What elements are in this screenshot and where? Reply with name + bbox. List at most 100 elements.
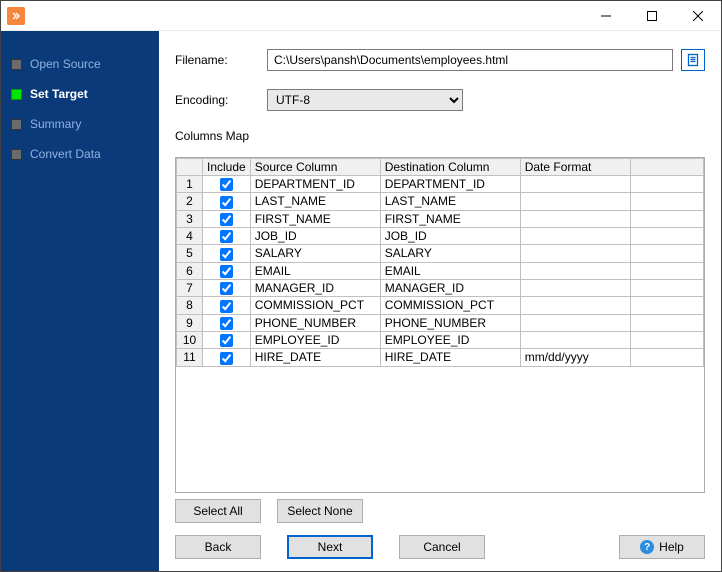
spacer-cell (630, 331, 703, 348)
table-row[interactable]: 6 EMAILEMAIL (177, 262, 704, 279)
table-row[interactable]: 3 FIRST_NAMEFIRST_NAME (177, 210, 704, 227)
destination-column-cell[interactable]: FIRST_NAME (380, 210, 520, 227)
destination-column-cell[interactable]: MANAGER_ID (380, 279, 520, 296)
include-cell (203, 176, 251, 193)
include-cell (203, 349, 251, 366)
include-checkbox[interactable] (220, 196, 233, 209)
row-number[interactable]: 6 (177, 262, 203, 279)
include-cell (203, 262, 251, 279)
table-row[interactable]: 2 LAST_NAMELAST_NAME (177, 193, 704, 210)
table-row[interactable]: 4 JOB_IDJOB_ID (177, 227, 704, 244)
destination-column-cell[interactable]: EMPLOYEE_ID (380, 331, 520, 348)
date-format-cell[interactable] (520, 227, 630, 244)
selection-buttons-row: Select All Select None (175, 499, 705, 523)
filename-label: Filename: (175, 53, 267, 67)
step-marker-icon (11, 119, 22, 130)
destination-column-cell[interactable]: HIRE_DATE (380, 349, 520, 366)
destination-column-cell[interactable]: JOB_ID (380, 227, 520, 244)
destination-column-cell[interactable]: SALARY (380, 245, 520, 262)
row-number[interactable]: 8 (177, 297, 203, 314)
step-marker-icon (11, 89, 22, 100)
select-none-button[interactable]: Select None (277, 499, 363, 523)
source-column-cell[interactable]: COMMISSION_PCT (250, 297, 380, 314)
include-checkbox[interactable] (220, 334, 233, 347)
source-column-cell[interactable]: PHONE_NUMBER (250, 314, 380, 331)
include-checkbox[interactable] (220, 213, 233, 226)
row-number[interactable]: 1 (177, 176, 203, 193)
sidebar-item-label: Set Target (30, 87, 151, 101)
date-format-cell[interactable] (520, 262, 630, 279)
next-button[interactable]: Next (287, 535, 373, 559)
sidebar-item-summary[interactable]: Summary (9, 109, 151, 139)
filename-input[interactable] (267, 49, 673, 71)
col-header-include[interactable]: Include (203, 159, 251, 176)
row-number[interactable]: 2 (177, 193, 203, 210)
destination-column-cell[interactable]: COMMISSION_PCT (380, 297, 520, 314)
close-button[interactable] (675, 1, 721, 31)
date-format-cell[interactable] (520, 176, 630, 193)
date-format-cell[interactable] (520, 279, 630, 296)
sidebar-item-set-target[interactable]: Set Target (9, 79, 151, 109)
sidebar-item-convert-data[interactable]: Convert Data (9, 139, 151, 169)
include-checkbox[interactable] (220, 265, 233, 278)
source-column-cell[interactable]: DEPARTMENT_ID (250, 176, 380, 193)
include-cell (203, 245, 251, 262)
table-row[interactable]: 11HIRE_DATEHIRE_DATEmm/dd/yyyy (177, 349, 704, 366)
include-checkbox[interactable] (220, 300, 233, 313)
row-number[interactable]: 9 (177, 314, 203, 331)
date-format-cell[interactable] (520, 193, 630, 210)
help-button[interactable]: ? Help (619, 535, 705, 559)
row-number[interactable]: 5 (177, 245, 203, 262)
include-checkbox[interactable] (220, 230, 233, 243)
table-row[interactable]: 7 MANAGER_IDMANAGER_ID (177, 279, 704, 296)
include-checkbox[interactable] (220, 317, 233, 330)
table-row[interactable]: 8 COMMISSION_PCTCOMMISSION_PCT (177, 297, 704, 314)
row-number[interactable]: 4 (177, 227, 203, 244)
date-format-cell[interactable] (520, 210, 630, 227)
row-number[interactable]: 7 (177, 279, 203, 296)
encoding-select[interactable]: UTF-8 (267, 89, 463, 111)
source-column-cell[interactable]: HIRE_DATE (250, 349, 380, 366)
minimize-button[interactable] (583, 1, 629, 31)
include-checkbox[interactable] (220, 248, 233, 261)
col-header-destination[interactable]: Destination Column (380, 159, 520, 176)
row-number[interactable]: 11 (177, 349, 203, 366)
destination-column-cell[interactable]: DEPARTMENT_ID (380, 176, 520, 193)
table-row[interactable]: 5 SALARYSALARY (177, 245, 704, 262)
table-row[interactable]: 10 EMPLOYEE_IDEMPLOYEE_ID (177, 331, 704, 348)
table-row[interactable]: 9 PHONE_NUMBERPHONE_NUMBER (177, 314, 704, 331)
source-column-cell[interactable]: SALARY (250, 245, 380, 262)
row-number[interactable]: 3 (177, 210, 203, 227)
sidebar-item-open-source[interactable]: Open Source (9, 49, 151, 79)
back-button[interactable]: Back (175, 535, 261, 559)
sidebar-item-label: Open Source (30, 57, 151, 71)
source-column-cell[interactable]: EMAIL (250, 262, 380, 279)
destination-column-cell[interactable]: PHONE_NUMBER (380, 314, 520, 331)
columns-map-grid[interactable]: Include Source Column Destination Column… (175, 157, 705, 493)
source-column-cell[interactable]: JOB_ID (250, 227, 380, 244)
date-format-cell[interactable] (520, 245, 630, 262)
select-all-button[interactable]: Select All (175, 499, 261, 523)
include-cell (203, 314, 251, 331)
browse-button[interactable] (681, 49, 705, 71)
source-column-cell[interactable]: LAST_NAME (250, 193, 380, 210)
destination-column-cell[interactable]: EMAIL (380, 262, 520, 279)
col-header-date-format[interactable]: Date Format (520, 159, 630, 176)
row-number[interactable]: 10 (177, 331, 203, 348)
dialog-body: Open Source Set Target Summary Convert D… (1, 31, 721, 571)
cancel-button[interactable]: Cancel (399, 535, 485, 559)
include-checkbox[interactable] (220, 282, 233, 295)
date-format-cell[interactable] (520, 314, 630, 331)
date-format-cell[interactable] (520, 331, 630, 348)
maximize-button[interactable] (629, 1, 675, 31)
date-format-cell[interactable] (520, 297, 630, 314)
date-format-cell[interactable]: mm/dd/yyyy (520, 349, 630, 366)
source-column-cell[interactable]: EMPLOYEE_ID (250, 331, 380, 348)
include-checkbox[interactable] (220, 352, 233, 365)
include-checkbox[interactable] (220, 178, 233, 191)
table-row[interactable]: 1 DEPARTMENT_IDDEPARTMENT_ID (177, 176, 704, 193)
col-header-source[interactable]: Source Column (250, 159, 380, 176)
source-column-cell[interactable]: FIRST_NAME (250, 210, 380, 227)
source-column-cell[interactable]: MANAGER_ID (250, 279, 380, 296)
destination-column-cell[interactable]: LAST_NAME (380, 193, 520, 210)
